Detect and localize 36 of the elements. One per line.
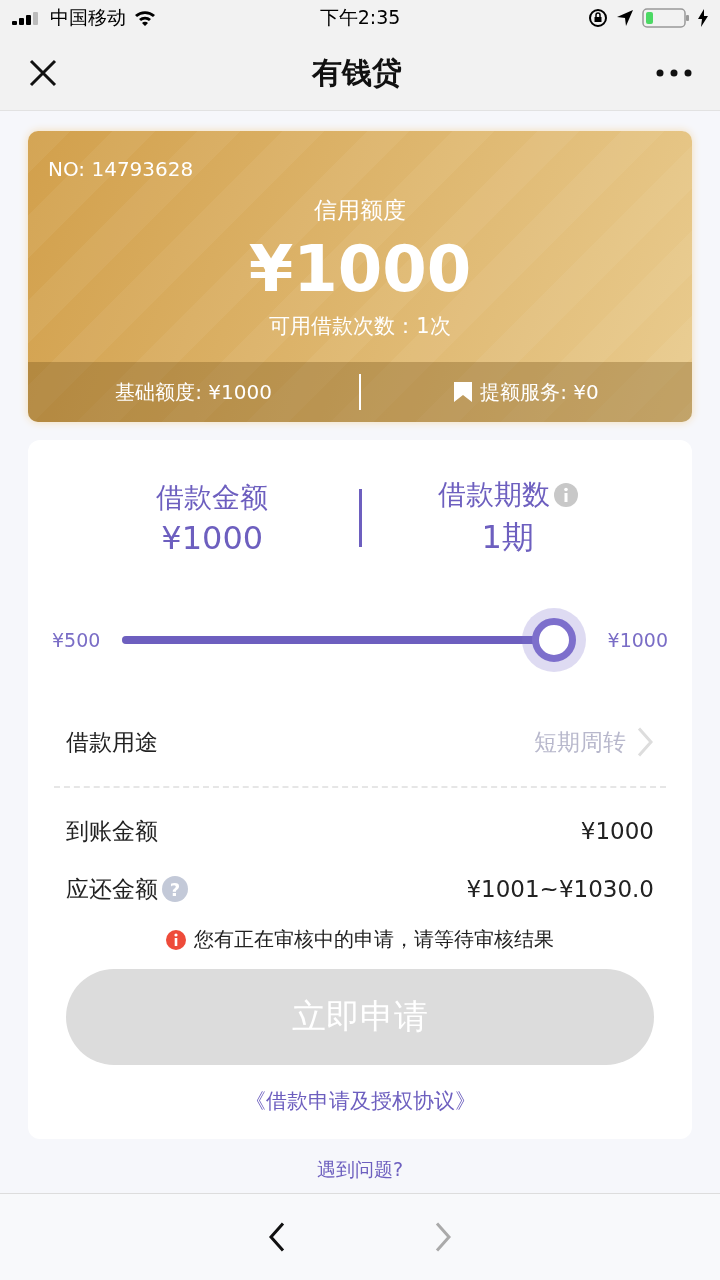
review-notice: 您有正在审核中的申请，请等待审核结果 — [194, 926, 554, 954]
location-arrow-icon — [616, 9, 634, 27]
row-label: 应还金额 — [66, 874, 158, 904]
page-title: 有钱贷 — [312, 53, 402, 92]
help-icon[interactable]: ? — [162, 876, 188, 903]
charging-icon — [698, 9, 708, 27]
alert-icon — [166, 929, 186, 950]
slider-thumb[interactable] — [531, 618, 576, 663]
loan-count: 可用借款次数：1次 — [269, 313, 451, 341]
help-link[interactable]: 遇到问题? — [316, 1157, 404, 1184]
slider-max: ¥1000 — [607, 629, 668, 652]
credit-label: 信用额度 — [314, 196, 406, 225]
base-limit: 基础额度: ¥1000 — [115, 378, 272, 406]
term-value: 1期 — [481, 517, 534, 559]
amount-value: ¥1000 — [161, 519, 264, 558]
term-label: 借款期数 — [437, 477, 550, 514]
purpose-label: 借款用途 — [66, 727, 158, 757]
status-time: 下午2:35 — [319, 5, 401, 30]
carrier-name: 中国移动 — [50, 5, 126, 30]
rotation-lock-icon — [588, 8, 608, 28]
slider-min: ¥500 — [52, 629, 101, 652]
wifi-icon — [134, 10, 156, 26]
purpose-select[interactable]: 短期周转 — [534, 726, 654, 758]
card-number: NO: 14793628 — [48, 157, 194, 181]
row-value: ¥1000 — [580, 818, 654, 845]
row-label: 到账金额 — [66, 816, 158, 846]
back-icon — [268, 1222, 286, 1252]
row-value: ¥1001~¥1030.0 — [466, 876, 654, 903]
bookmark-icon — [454, 382, 473, 403]
amount-label: 借款金额 — [156, 480, 269, 517]
forward-icon — [434, 1222, 452, 1252]
chevron-icon — [636, 727, 654, 758]
agreement-link[interactable]: 《借款申请及授权协议》 — [244, 1087, 476, 1116]
battery-icon — [642, 8, 690, 28]
boost-service: 提额服务: ¥0 — [480, 378, 599, 406]
credit-amount: ¥1000 — [248, 234, 472, 305]
